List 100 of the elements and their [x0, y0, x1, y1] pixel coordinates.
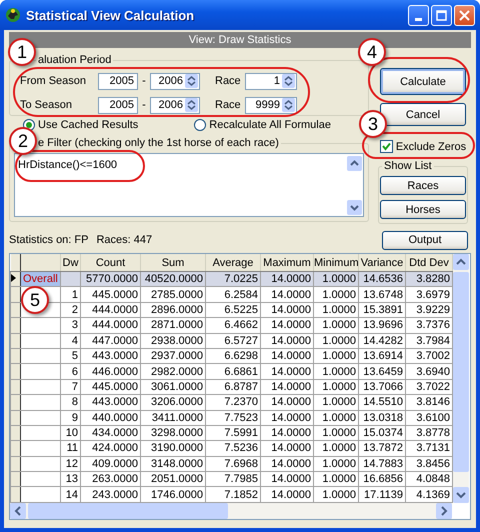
table-cell: 13 — [66, 473, 78, 486]
race-spinner[interactable]: 9999 — [245, 96, 297, 114]
table-cell: 3.9229 — [416, 304, 450, 316]
table-cell: 3.8146 — [416, 396, 450, 408]
table-cell: 1.0000 — [322, 412, 356, 424]
table-cell: 14.5510 — [363, 396, 403, 408]
table-cell: 15.0374 — [363, 427, 403, 440]
table-cell: 3061.0000 — [151, 380, 203, 393]
table-cell: 11 — [66, 442, 78, 454]
table-cell: 3 — [72, 319, 78, 332]
table-cell: 9 — [72, 412, 78, 424]
table-cell: 1746.0000 — [151, 488, 203, 501]
table-cell: 3.7131 — [416, 442, 450, 454]
table-cell: 3190.0000 — [151, 442, 203, 454]
table-cell: 1.0000 — [322, 427, 356, 440]
table-cell: 2896.0000 — [151, 304, 203, 316]
column-header[interactable]: Minimum — [314, 254, 358, 272]
table-cell: 3.7022 — [416, 380, 450, 393]
table-cell: 7.1852 — [224, 488, 258, 501]
table-cell: 13.7066 — [363, 380, 403, 393]
column-header[interactable]: Maximum — [260, 254, 314, 272]
table-cell: 7.5991 — [224, 427, 258, 440]
table-cell: 13.9696 — [363, 319, 403, 332]
table-cell: 7 — [72, 380, 78, 393]
table-row[interactable]: 12 409.0000 3148.0000 7.6968 14.0000 1.0000 14.7883 3.8456 — [10, 456, 452, 472]
table-cell: 1.0000 — [322, 442, 356, 454]
year-field[interactable]: 2005 — [98, 96, 138, 114]
exclude-zeros-checkbox[interactable]: Exclude Zeros — [380, 140, 466, 153]
table-row[interactable]: 4 447.0000 2938.0000 6.5727 14.0000 1.0000 14.4282 3.7984 — [10, 333, 452, 348]
races-count: Races: 447 — [96, 234, 154, 246]
table-cell: 445.0000 — [92, 288, 138, 301]
table-cell: 3.7376 — [416, 319, 450, 332]
show-list-button[interactable]: Horses — [380, 200, 466, 219]
column-header[interactable]: Average — [206, 254, 260, 272]
cancel-button[interactable]: Cancel — [380, 103, 466, 126]
table-cell: 12 — [66, 458, 78, 470]
output-button[interactable]: Output — [382, 230, 468, 250]
table-cell: 10 — [66, 427, 78, 440]
table-cell: 3.8280 — [416, 273, 450, 286]
table-cell: 6.8787 — [224, 380, 258, 393]
table-row[interactable]: 11 424.0000 3190.0000 7.5236 14.0000 1.0000 13.7872 3.7131 — [10, 440, 452, 456]
table-cell: 6.4662 — [224, 319, 258, 332]
field-label: To Season — [20, 99, 73, 111]
table-row[interactable]: 7 445.0000 3061.0000 6.8787 14.0000 1.0000 13.7066 3.7022 — [10, 379, 452, 395]
table-cell: 1.0000 — [322, 458, 356, 470]
table-cell: 409.0000 — [92, 458, 138, 470]
table-cell: 3411.0000 — [152, 412, 203, 424]
table-cell: 6.5225 — [224, 304, 258, 316]
statistics-label: Statistics on: FP — [9, 234, 88, 246]
table-row[interactable]: 13 263.0000 2051.0000 7.7985 14.0000 1.0000 16.6856 4.0848 — [10, 472, 452, 487]
calculate-button[interactable]: Calculate — [380, 68, 466, 95]
year-spinner[interactable]: 2006 — [150, 72, 200, 90]
table-cell: 1.0000 — [322, 473, 356, 486]
table-cell: 2785.0000 — [151, 288, 203, 301]
column-header[interactable]: Sum — [140, 254, 206, 272]
column-header[interactable]: Count — [80, 254, 140, 272]
table-cell: 4 — [72, 334, 78, 347]
table-cell: 1.0000 — [322, 304, 356, 316]
column-header[interactable]: Variance — [358, 254, 406, 272]
table-cell: 263.0000 — [92, 473, 138, 486]
table-cell: 14 — [66, 488, 78, 501]
table-cell: 14.0000 — [271, 396, 311, 408]
table-cell: 424.0000 — [92, 442, 138, 454]
table-cell: 3.7002 — [416, 350, 450, 362]
table-row[interactable]: 10 434.0000 3298.0000 7.5991 14.0000 1.0000 15.0374 3.8778 — [10, 425, 452, 441]
field-label: From Season — [20, 75, 88, 87]
table-row[interactable]: 9 440.0000 3411.0000 7.7523 14.0000 1.0000 13.0318 3.6100 — [10, 410, 452, 426]
table-row[interactable]: 3 444.0000 2871.0000 6.4662 14.0000 1.0000 13.9696 3.7376 — [10, 318, 452, 334]
table-cell: 14.0000 — [271, 304, 311, 316]
table-cell: 4.0848 — [416, 473, 450, 486]
table-cell: 13.6914 — [363, 350, 403, 362]
table-cell: 3206.0000 — [151, 396, 203, 408]
column-header[interactable]: Dtd Dev — [406, 254, 452, 272]
table-cell: 2938.0000 — [151, 334, 203, 347]
table-row[interactable]: Overall 5770.0000 40520.0000 7.0225 14.0000 1.0000 14.6536 3.8280 — [10, 272, 452, 287]
radio-option[interactable]: Recalculate All Formulae — [194, 119, 331, 131]
table-cell: 1 — [72, 288, 78, 301]
table-row[interactable]: 8 443.0000 3206.0000 7.2370 14.0000 1.0000 14.5510 3.8146 — [10, 394, 452, 410]
table-cell: 1.0000 — [322, 380, 356, 393]
table-cell: 40520.0000 — [144, 273, 203, 286]
table-row[interactable]: 5 443.0000 2937.0000 6.6298 14.0000 1.0000 13.6914 3.7002 — [10, 348, 452, 364]
field-label: Race — [215, 75, 242, 87]
table-cell: 4.1369 — [416, 488, 450, 501]
table-cell: 14.0000 — [271, 273, 311, 286]
table-cell: 3.6979 — [416, 288, 450, 301]
race-spinner[interactable]: 1 — [245, 72, 297, 90]
year-field[interactable]: 2005 — [98, 72, 138, 90]
show-list-button[interactable]: Races — [380, 176, 466, 195]
table-cell: 14.0000 — [271, 442, 311, 454]
table-cell: 6.5727 — [224, 334, 258, 347]
table-row[interactable]: 6 446.0000 2982.0000 6.6861 14.0000 1.0000 13.6459 3.6940 — [10, 364, 452, 380]
table-cell: 2937.0000 — [151, 350, 203, 362]
table-cell: 13.6459 — [363, 366, 403, 378]
table-cell: 5 — [72, 350, 78, 362]
table-cell: 17.1139 — [364, 488, 403, 501]
column-header[interactable]: Dw — [60, 254, 80, 272]
table-cell: 13.6748 — [363, 288, 403, 301]
filter-textarea[interactable]: HrDistance()<=1600 — [14, 153, 364, 217]
table-cell: 14.0000 — [271, 427, 311, 440]
year-spinner[interactable]: 2006 — [150, 96, 200, 114]
